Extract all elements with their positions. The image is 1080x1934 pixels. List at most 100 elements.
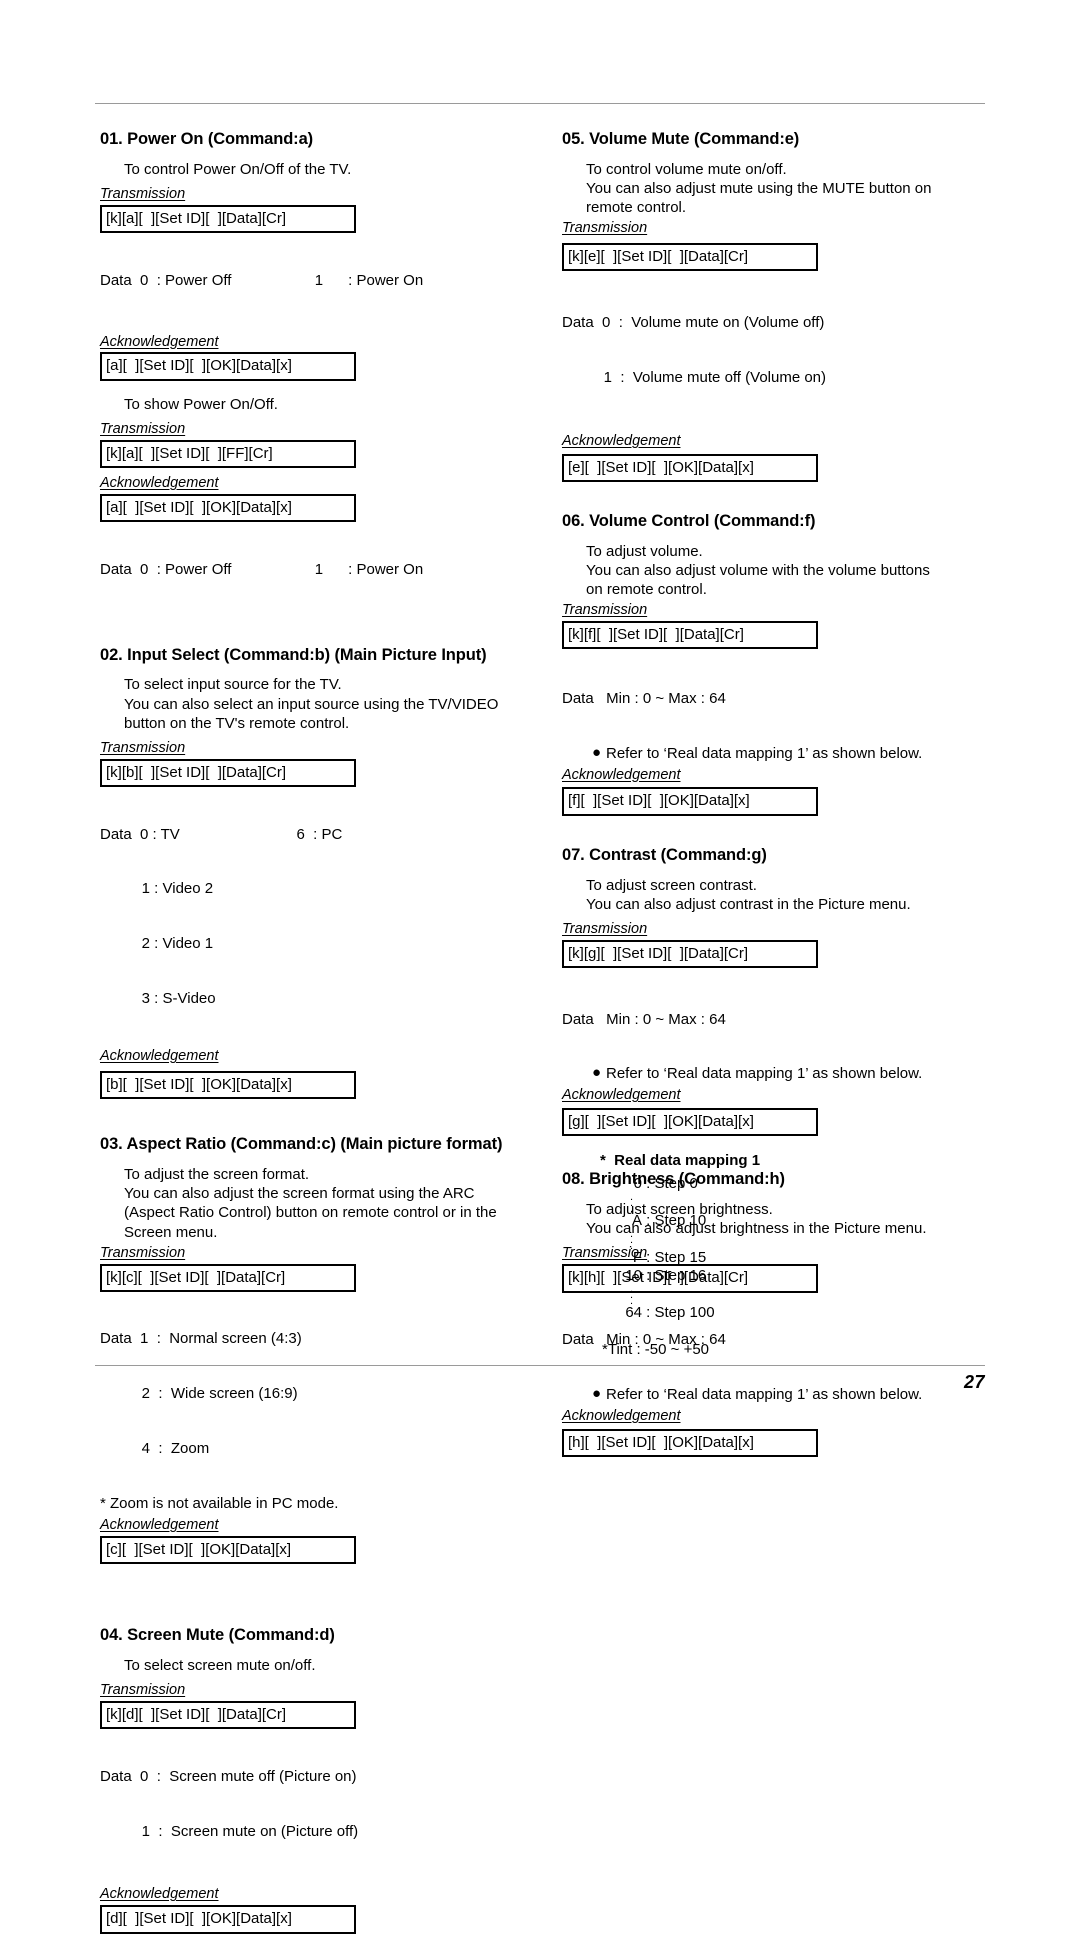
data-line: 1 : Volume mute off (Volume on) bbox=[562, 368, 827, 386]
mapping-row: 0 : Step 0 bbox=[612, 1175, 930, 1194]
mapping-key: 64 bbox=[625, 1304, 642, 1321]
bullet-text: Refer to ‘Real data mapping 1’ as shown … bbox=[606, 1386, 923, 1404]
desc-line: You can also adjust contrast in the Pict… bbox=[586, 895, 911, 913]
section-01-ack-label-2: Acknowledgement bbox=[100, 474, 219, 491]
data-line: Data Min : 0 ~ Max : 64 bbox=[562, 1010, 726, 1028]
section-02-transmission-label: Transmission bbox=[100, 739, 186, 756]
data-line: Data 1 : Normal screen (4:3) bbox=[100, 1330, 302, 1348]
desc-line: To control volume mute on/off. bbox=[586, 160, 787, 178]
data-line: 1 : Video 2 bbox=[100, 880, 214, 898]
data-line: Data 0 : TV 6 : PC bbox=[100, 825, 343, 843]
section-06-description: To adjust volume. You can also adjust vo… bbox=[562, 542, 1017, 600]
desc-line: To adjust screen contrast. bbox=[586, 876, 757, 894]
section-03-description: To adjust the screen format. You can als… bbox=[100, 1165, 555, 1242]
desc-line: button on the TV's remote control. bbox=[124, 714, 350, 732]
document-page: 27 01. Power On (Command:a) To control P… bbox=[0, 0, 1080, 1934]
section-01-description: To control Power On/Off of the TV. bbox=[100, 160, 555, 179]
section-01-transmission-label: Transmission bbox=[100, 185, 186, 202]
tint-note: *Tint : -50 ~ +50 bbox=[602, 1340, 710, 1358]
mapping-key: F bbox=[632, 1248, 642, 1266]
mapping-key: A bbox=[631, 1211, 642, 1229]
section-04-screen-mute: 04. Screen Mute (Command:d) To select sc… bbox=[100, 1626, 555, 1934]
section-03-ack-box: [c][ ][Set ID][ ][OK][Data][x] bbox=[100, 1535, 356, 1564]
mapping-row: 10 : Step 16 bbox=[612, 1267, 930, 1286]
mapping-value: : Step 100 bbox=[646, 1304, 715, 1321]
section-07-transmission-label: Transmission bbox=[562, 920, 648, 937]
mapping-value: : Step 16 bbox=[646, 1267, 707, 1285]
section-04-description: To select screen mute on/off. bbox=[100, 1656, 555, 1675]
mapping-row: 64 : Step 100 bbox=[612, 1304, 930, 1323]
section-02-ack-label: Acknowledgement bbox=[100, 1048, 219, 1065]
desc-line: You can also adjust volume with the volu… bbox=[586, 561, 930, 579]
section-03-aspect-ratio: 03. Aspect Ratio (Command:c) (Main pictu… bbox=[100, 1135, 555, 1564]
section-06-data: Data Min : 0 ~ Max : 64 bbox=[562, 653, 1017, 744]
desc-line: You can also adjust the screen format us… bbox=[124, 1185, 475, 1203]
header-rule bbox=[95, 103, 985, 104]
section-05-transmission-box: [k][e][ ][Set ID][ ][Data][Cr] bbox=[562, 243, 818, 272]
section-07-data: Data Min : 0 ~ Max : 64 bbox=[562, 974, 1017, 1065]
desc-line: You can also select an input source usin… bbox=[124, 695, 499, 713]
section-03-transmission-box: [k][c][ ][Set ID][ ][Data][Cr] bbox=[100, 1263, 356, 1292]
section-06-ack-box: [f][ ][Set ID][ ][OK][Data][x] bbox=[562, 787, 818, 816]
section-04-transmission-label: Transmission bbox=[100, 1681, 186, 1698]
desc-line: on remote control. bbox=[586, 581, 707, 599]
data-line: Data 0 : Volume mute on (Volume off) bbox=[562, 314, 825, 332]
mapping-value: : Step 10 bbox=[646, 1211, 707, 1229]
section-03-ack-label: Acknowledgement bbox=[100, 1516, 219, 1533]
section-04-transmission-box: [k][d][ ][Set ID][ ][Data][Cr] bbox=[100, 1700, 356, 1730]
section-06-title: 06. Volume Control (Command:f) bbox=[562, 511, 816, 530]
real-data-mapping-rows: 0 : Step 0 ... A : Step 10 ... F : Step … bbox=[600, 1175, 930, 1323]
section-03-title: 03. Aspect Ratio (Command:c) (Main pictu… bbox=[100, 1135, 503, 1154]
data-line: 2 : Video 1 bbox=[100, 935, 214, 953]
desc-line: To select input source for the TV. bbox=[124, 676, 342, 694]
real-data-mapping-block: * Real data mapping 1 0 : Step 0 ... A :… bbox=[600, 1152, 930, 1358]
section-04-ack-label: Acknowledgement bbox=[100, 1886, 219, 1903]
data-line: Data 0 : Power Off 1 : Power On bbox=[100, 560, 424, 578]
section-08-ack-label: Acknowledgement bbox=[562, 1407, 681, 1424]
section-07-description: To adjust screen contrast. You can also … bbox=[562, 876, 1017, 914]
section-03-data: Data 1 : Normal screen (4:3) 2 : Wide sc… bbox=[100, 1294, 555, 1495]
section-01-ack-box: [a][ ][Set ID][ ][OK][Data][x] bbox=[100, 352, 356, 381]
mapping-key: 10 bbox=[625, 1267, 642, 1285]
section-01-power-on: 01. Power On (Command:a) To control Powe… bbox=[100, 130, 555, 616]
section-05-ack-label: Acknowledgement bbox=[562, 432, 681, 449]
section-03-transmission-label: Transmission bbox=[100, 1244, 186, 1261]
section-04-data: Data 0 : Screen mute off (Picture on) 1 … bbox=[100, 1731, 555, 1877]
section-01-ack-label: Acknowledgement bbox=[100, 333, 219, 350]
mapping-row: F : Step 15 bbox=[612, 1249, 930, 1268]
data-line: Data 0 : Screen mute off (Picture on) bbox=[100, 1767, 357, 1785]
section-03-note: * Zoom is not available in PC mode. bbox=[100, 1495, 339, 1513]
bullet-icon: ● bbox=[592, 743, 602, 761]
vertical-ellipsis-icon: ... bbox=[630, 1227, 634, 1252]
section-07-title: 07. Contrast (Command:g) bbox=[562, 845, 767, 864]
section-02-title: 02. Input Select (Command:b) (Main Pictu… bbox=[100, 645, 487, 664]
section-04-title: 04. Screen Mute (Command:d) bbox=[100, 1625, 335, 1644]
real-data-mapping-title: * Real data mapping 1 bbox=[600, 1152, 761, 1169]
mapping-value: : Step 15 bbox=[646, 1248, 707, 1266]
section-05-volume-mute: 05. Volume Mute (Command:e) To control v… bbox=[562, 130, 1017, 482]
section-06-transmission-label: Transmission bbox=[562, 602, 648, 619]
section-05-ack-box: [e][ ][Set ID][ ][OK][Data][x] bbox=[562, 453, 818, 482]
section-05-data: Data 0 : Volume mute on (Volume off) 1 :… bbox=[562, 277, 1017, 423]
mapping-key: 0 bbox=[633, 1175, 642, 1192]
section-07-ack-label: Acknowledgement bbox=[562, 1087, 681, 1104]
section-02-transmission-box: [k][b][ ][Set ID][ ][Data][Cr] bbox=[100, 758, 356, 787]
data-line: Data Min : 0 ~ Max : 64 bbox=[562, 689, 726, 707]
desc-line: To select screen mute on/off. bbox=[124, 1656, 316, 1674]
data-line: 4 : Zoom bbox=[100, 1440, 210, 1458]
section-08-bullet: ● Refer to ‘Real data mapping 1’ as shown… bbox=[562, 1385, 1017, 1405]
section-04-ack-box: [d][ ][Set ID][ ][OK][Data][x] bbox=[100, 1905, 356, 1934]
section-06-transmission-box: [k][f][ ][Set ID][ ][Data][Cr] bbox=[562, 621, 818, 650]
section-05-title: 05. Volume Mute (Command:e) bbox=[562, 130, 800, 148]
data-line: 3 : S-Video bbox=[100, 990, 216, 1008]
bullet-text: Refer to ‘Real data mapping 1’ as shown … bbox=[606, 1065, 923, 1083]
data-line: Data 0 : Power Off 1 : Power On bbox=[100, 271, 424, 289]
section-05-transmission-label: Transmission bbox=[562, 220, 648, 237]
desc-line: To adjust the screen format. bbox=[124, 1166, 310, 1184]
desc-line: To adjust volume. bbox=[586, 542, 703, 560]
section-02-input-select: 02. Input Select (Command:b) (Main Pictu… bbox=[100, 646, 555, 1100]
section-01-transmission-label-2: Transmission bbox=[100, 420, 186, 437]
section-07-ack-box: [g][ ][Set ID][ ][OK][Data][x] bbox=[562, 1108, 818, 1137]
left-column: 01. Power On (Command:a) To control Powe… bbox=[100, 130, 555, 1934]
mapping-value: : Step 0 bbox=[646, 1175, 698, 1192]
